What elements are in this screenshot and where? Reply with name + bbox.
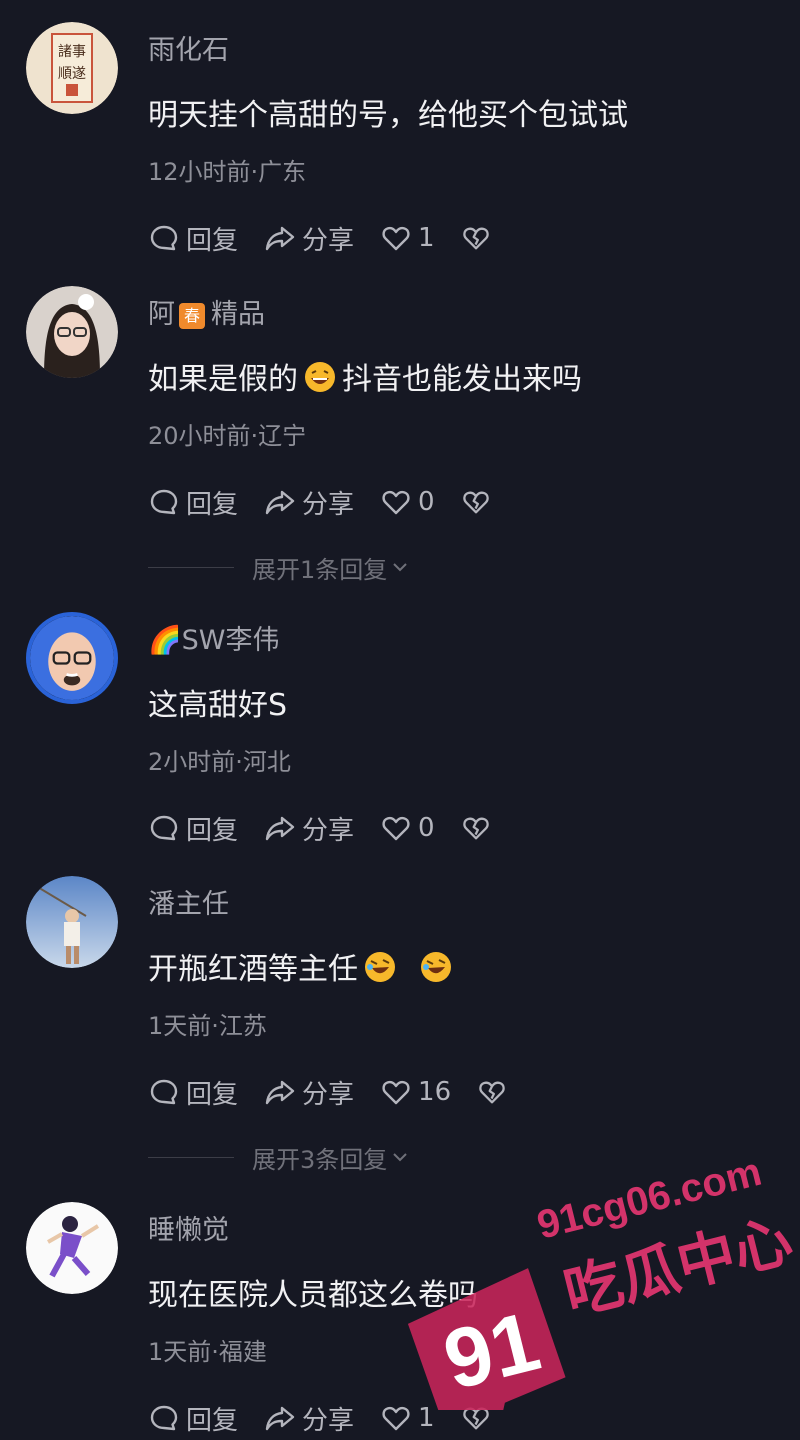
share-button[interactable]: 分享 (264, 220, 354, 257)
share-icon (265, 1406, 295, 1431)
expand-replies-label: 展开1条回复 (252, 555, 388, 584)
share-icon (265, 226, 295, 251)
comment-icon (150, 815, 178, 841)
comment-meta: 20小时前·辽宁 (148, 422, 307, 450)
reply-button[interactable]: 回复 (148, 810, 238, 847)
dislike-button[interactable] (477, 1077, 513, 1107)
like-button[interactable]: 16 (380, 1076, 451, 1108)
heart-icon (382, 226, 410, 251)
expand-replies-button[interactable]: 展开1条回复 (148, 552, 468, 584)
like-button[interactable]: 0 (380, 486, 435, 518)
comment-text-part: 抖音也能发出来吗 (342, 362, 582, 397)
share-label: 分享 (302, 489, 355, 520)
grin-emoji-icon (305, 362, 335, 392)
reply-label: 回复 (186, 225, 239, 256)
username[interactable]: 睡懒觉 (148, 1208, 229, 1247)
username[interactable]: 雨化石 (148, 28, 229, 67)
username[interactable]: 阿春精品 (148, 292, 265, 331)
username-part: 阿 (148, 299, 175, 330)
reply-button[interactable]: 回复 (148, 1074, 238, 1111)
rofl-emoji-icon (365, 952, 395, 982)
svg-text:諸事: 諸事 (58, 44, 86, 60)
comment-icon (150, 225, 178, 251)
username-part: 精品 (211, 299, 265, 330)
comment-icon (150, 1405, 178, 1431)
comment-meta: 1天前·江苏 (148, 1012, 267, 1040)
share-button[interactable]: 分享 (264, 1400, 354, 1437)
heart-icon (382, 1080, 410, 1105)
comment-meta: 12小时前·广东 (148, 158, 307, 186)
comment-text: 明天挂个高甜的号，给他买个包试试 (148, 98, 628, 133)
broken-heart-icon (479, 1081, 505, 1104)
comment-icon (150, 1079, 178, 1105)
dislike-button[interactable] (461, 813, 497, 843)
share-label: 分享 (302, 225, 355, 256)
dislike-button[interactable] (461, 487, 497, 517)
avatar[interactable] (26, 1202, 118, 1294)
like-count: 0 (418, 487, 435, 517)
share-button[interactable]: 分享 (264, 810, 354, 847)
heart-icon (382, 816, 410, 841)
avatar[interactable] (26, 612, 118, 704)
watermark-logo: 91 91cg06.com 吃瓜中心 (407, 1160, 799, 1410)
comment-icon (150, 489, 178, 515)
avatar[interactable]: 諸事 順遂 (26, 22, 118, 114)
share-button[interactable]: 分享 (264, 484, 354, 521)
username[interactable]: 潘主任 (148, 882, 229, 921)
reply-button[interactable]: 回复 (148, 220, 238, 257)
share-icon (265, 816, 295, 841)
broken-heart-icon (462, 227, 489, 250)
expand-replies-label: 展开3条回复 (252, 1145, 388, 1174)
dislike-button[interactable] (461, 223, 497, 253)
chevron-down-icon (393, 563, 407, 572)
heart-icon (382, 490, 410, 515)
like-count: 0 (418, 813, 435, 843)
broken-heart-icon (462, 817, 489, 840)
divider-line (148, 566, 234, 568)
comment-text-part: 开瓶红酒等主任 (148, 952, 358, 987)
share-icon (265, 1080, 295, 1105)
share-label: 分享 (302, 1079, 355, 1110)
comment-text-part: 如果是假的 (148, 362, 298, 397)
share-label: 分享 (302, 815, 355, 846)
broken-heart-icon (462, 491, 489, 514)
share-button[interactable]: 分享 (264, 1074, 354, 1111)
share-icon (265, 490, 295, 515)
user-badge: 春 (179, 303, 205, 329)
comment-meta: 2小时前·河北 (148, 748, 291, 776)
reply-button[interactable]: 回复 (148, 1400, 238, 1437)
share-label: 分享 (302, 1405, 355, 1436)
reply-label: 回复 (186, 489, 239, 520)
like-button[interactable]: 0 (380, 812, 435, 844)
rofl-emoji-icon (421, 952, 451, 982)
reply-button[interactable]: 回复 (148, 484, 238, 521)
svg-text:順遂: 順遂 (58, 66, 86, 82)
avatar[interactable] (26, 876, 118, 968)
divider-line (148, 1156, 234, 1158)
reply-label: 回复 (186, 1405, 239, 1436)
like-button[interactable]: 1 (380, 222, 435, 254)
comment-meta: 1天前·福建 (148, 1338, 267, 1366)
like-count: 1 (418, 223, 435, 253)
comment-text: 开瓶红酒等主任 (148, 944, 458, 988)
like-count: 16 (418, 1077, 452, 1107)
avatar[interactable] (26, 286, 118, 378)
username[interactable]: 🌈SW李伟 (148, 618, 279, 657)
reply-label: 回复 (186, 1079, 239, 1110)
comment-text: 这高甜好S (148, 688, 288, 723)
comment-text: 如果是假的 抖音也能发出来吗 (148, 354, 582, 398)
reply-label: 回复 (186, 815, 239, 846)
